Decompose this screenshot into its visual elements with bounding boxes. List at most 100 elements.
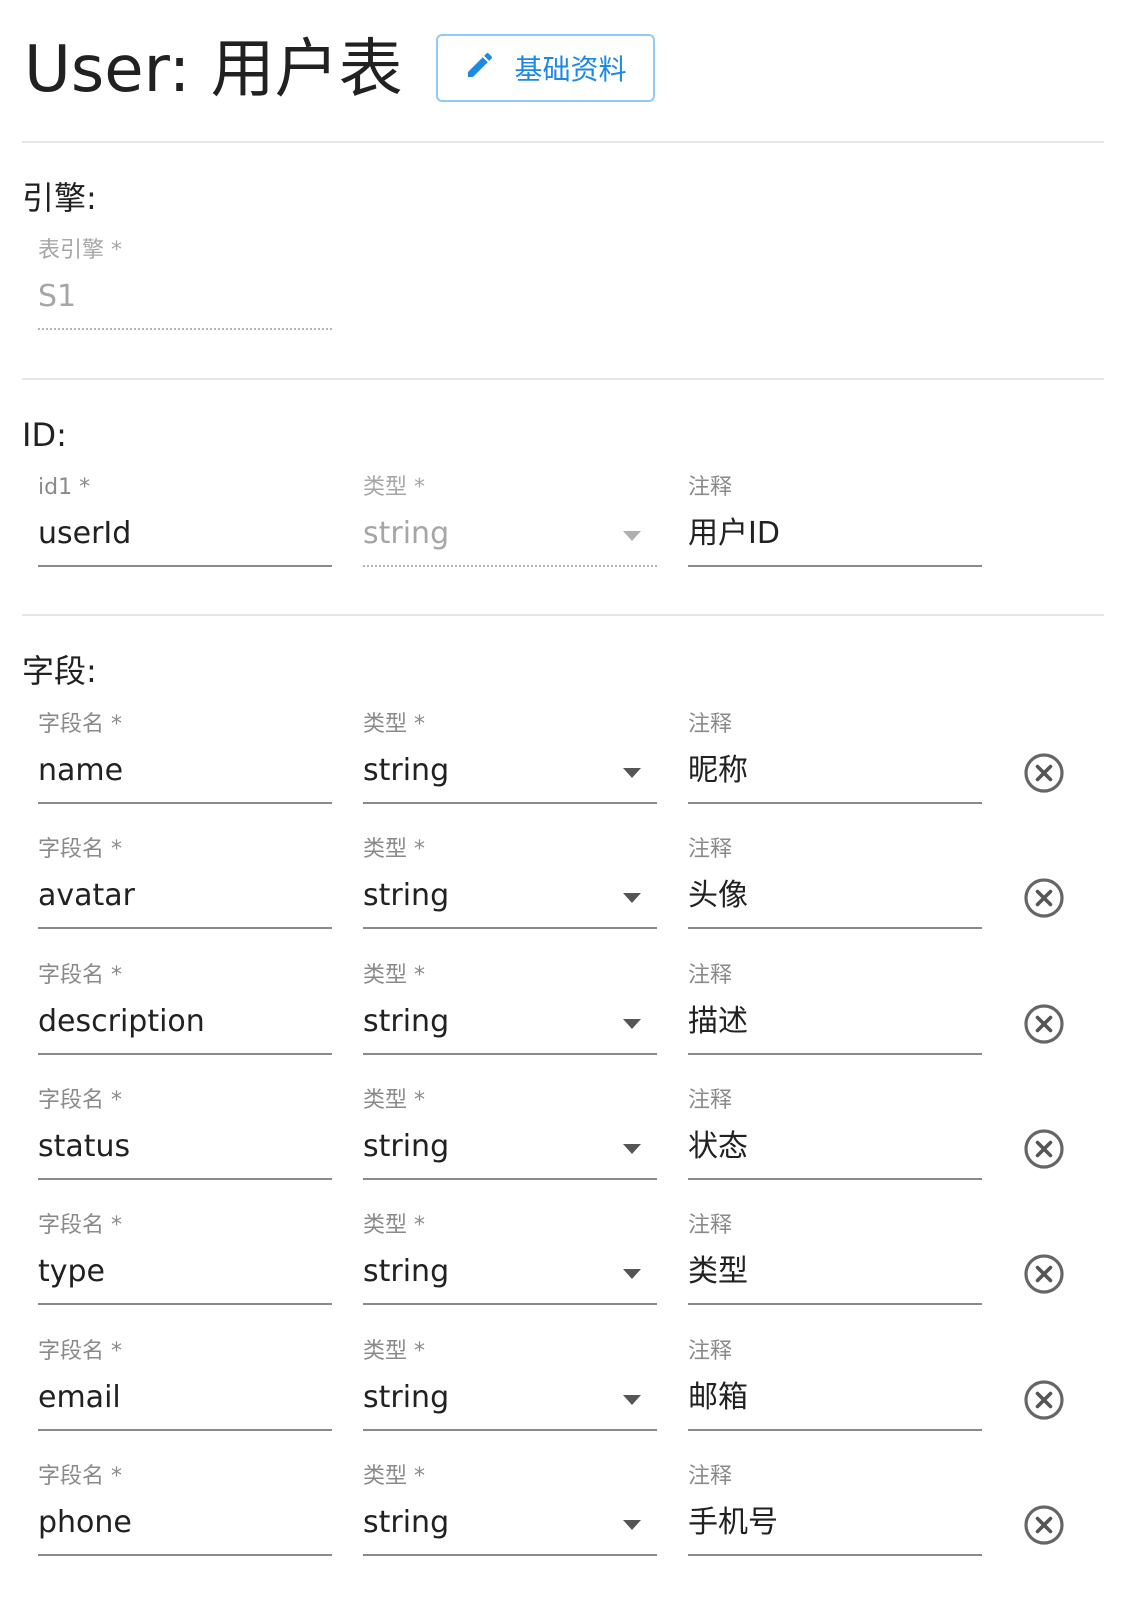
field-type-underline (363, 1053, 657, 1055)
divider (22, 141, 1104, 143)
id-comment-label: 注释 (688, 475, 733, 500)
field-name-value: type (38, 1254, 106, 1289)
field-comment-value: 头像 (688, 878, 748, 913)
field-name-label: 字段名 * (38, 1464, 122, 1489)
table-engine-value: S1 (38, 279, 77, 314)
field-name-value: status (38, 1129, 131, 1164)
remove-field-button[interactable] (1023, 1128, 1065, 1170)
remove-field-button[interactable] (1023, 877, 1065, 919)
field-type-label: 类型 * (363, 963, 425, 988)
fields-section-label: 字段: (22, 652, 97, 690)
field-type-label: 类型 * (363, 1088, 425, 1113)
pencil-icon (464, 49, 496, 88)
field-type-value: string (363, 1004, 450, 1039)
close-circle-icon (1024, 1129, 1064, 1169)
field-type-value: string (363, 753, 450, 788)
field-comment-value: 类型 (688, 1254, 748, 1289)
divider (22, 378, 1104, 380)
field-name-underline (38, 1554, 332, 1556)
field-type-underline (363, 1178, 657, 1180)
field-name-label: 字段名 * (38, 1339, 122, 1364)
field-comment-label: 注释 (688, 1339, 733, 1364)
caret-down-icon (623, 1269, 641, 1279)
id-name-value: userId (38, 516, 132, 551)
basic-info-button[interactable]: 基础资料 (436, 34, 655, 102)
field-type-label: 类型 * (363, 712, 425, 737)
field-name-value: name (38, 753, 124, 788)
remove-field-button[interactable] (1023, 752, 1065, 794)
field-name-label: 字段名 * (38, 712, 122, 737)
field-name-underline (38, 802, 332, 804)
field-comment-label: 注释 (688, 1464, 733, 1489)
caret-down-icon (623, 1520, 641, 1530)
caret-down-icon (623, 531, 641, 541)
field-comment-value: 描述 (688, 1004, 748, 1039)
field-name-value: email (38, 1380, 121, 1415)
field-name-value: phone (38, 1505, 132, 1540)
field-type-value: string (363, 1505, 450, 1540)
basic-info-button-label: 基础资料 (514, 53, 627, 86)
caret-down-icon (623, 1395, 641, 1405)
field-type-label: 类型 * (363, 1213, 425, 1238)
field-name-underline (38, 1053, 332, 1055)
remove-field-button[interactable] (1023, 1003, 1065, 1045)
close-circle-icon (1024, 753, 1064, 793)
id-section-label: ID: (22, 416, 67, 454)
field-type-underline (363, 1429, 657, 1431)
field-comment-underline (688, 802, 982, 804)
field-type-value: string (363, 1380, 450, 1415)
id-type-underline (363, 565, 657, 567)
field-name-label: 字段名 * (38, 963, 122, 988)
close-circle-icon (1024, 1004, 1064, 1044)
field-type-label: 类型 * (363, 1464, 425, 1489)
field-type-value: string (363, 1254, 450, 1289)
remove-field-button[interactable] (1023, 1379, 1065, 1421)
field-comment-value: 手机号 (688, 1505, 778, 1540)
id-type-value: string (363, 516, 450, 551)
divider (22, 614, 1104, 616)
caret-down-icon (623, 768, 641, 778)
field-name-value: avatar (38, 878, 136, 913)
engine-section-label: 引擎: (22, 179, 97, 217)
field-name-label: 字段名 * (38, 1088, 122, 1113)
field-type-underline (363, 802, 657, 804)
caret-down-icon (623, 1019, 641, 1029)
id-comment-underline (688, 565, 982, 567)
field-type-value: string (363, 1129, 450, 1164)
close-circle-icon (1024, 878, 1064, 918)
field-type-label: 类型 * (363, 837, 425, 862)
field-comment-label: 注释 (688, 963, 733, 988)
field-name-underline (38, 1178, 332, 1180)
page-header: User: 用户表 基础资料 (24, 26, 1104, 116)
field-comment-label: 注释 (688, 1088, 733, 1113)
field-name-label: 字段名 * (38, 1213, 122, 1238)
field-comment-value: 昵称 (688, 753, 748, 788)
remove-field-button[interactable] (1023, 1253, 1065, 1295)
page-title: User: 用户表 (24, 33, 403, 107)
id-type-label: 类型 * (363, 475, 425, 500)
field-comment-label: 注释 (688, 837, 733, 862)
field-name-underline (38, 1429, 332, 1431)
table-engine-label: 表引擎 * (38, 238, 122, 263)
field-type-label: 类型 * (363, 1339, 425, 1364)
field-comment-value: 状态 (688, 1129, 748, 1164)
field-comment-underline (688, 1429, 982, 1431)
remove-field-button[interactable] (1023, 1504, 1065, 1546)
field-comment-underline (688, 927, 982, 929)
field-type-value: string (363, 878, 450, 913)
table-engine-underline (38, 328, 332, 330)
field-comment-label: 注释 (688, 1213, 733, 1238)
field-comment-underline (688, 1053, 982, 1055)
field-comment-label: 注释 (688, 712, 733, 737)
close-circle-icon (1024, 1380, 1064, 1420)
field-type-underline (363, 927, 657, 929)
id-comment-value: 用户ID (688, 516, 780, 551)
close-circle-icon (1024, 1505, 1064, 1545)
field-name-underline (38, 1303, 332, 1305)
id-name-underline (38, 565, 332, 567)
field-name-value: description (38, 1004, 205, 1039)
caret-down-icon (623, 1144, 641, 1154)
id-name-label: id1 * (38, 475, 91, 500)
field-comment-underline (688, 1554, 982, 1556)
field-comment-underline (688, 1178, 982, 1180)
